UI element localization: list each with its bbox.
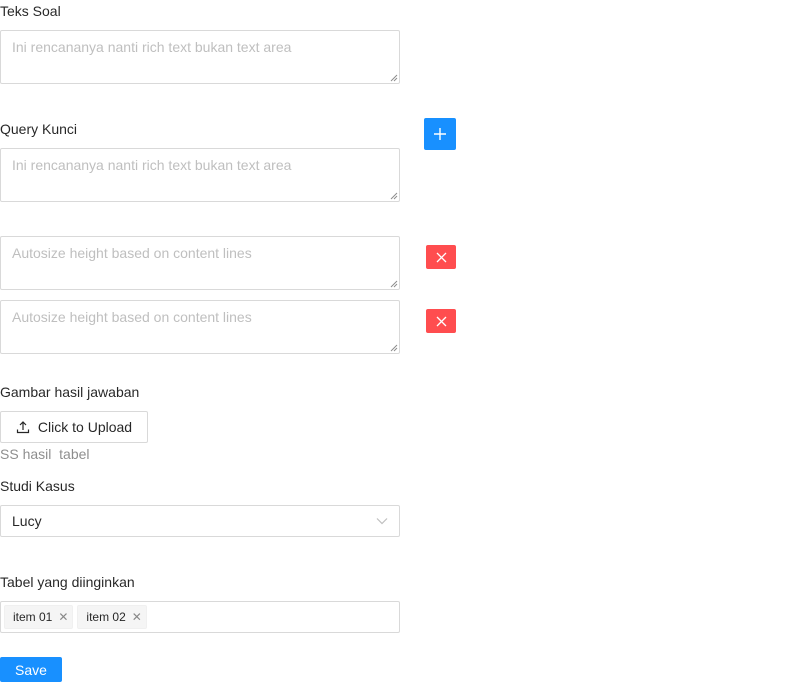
extra-query-placeholder: Autosize height based on content lines — [12, 245, 252, 261]
resize-grip-icon[interactable] — [389, 73, 398, 82]
delete-query-button[interactable] — [426, 309, 456, 333]
teks-soal-placeholder: Ini rencananya nanti rich text bukan tex… — [12, 39, 292, 55]
upload-icon — [16, 421, 30, 434]
close-icon[interactable]: ✕ — [58, 611, 68, 623]
studi-kasus-label: Studi Kasus — [0, 478, 75, 494]
query-kunci-placeholder: Ini rencananya nanti rich text bukan tex… — [12, 157, 292, 173]
tag-label: item 01 — [13, 610, 53, 624]
chevron-down-icon — [376, 518, 388, 525]
extra-query-textarea[interactable]: Autosize height based on content lines — [0, 236, 400, 290]
studi-kasus-selected: Lucy — [12, 513, 42, 529]
close-icon — [436, 316, 446, 326]
close-icon — [436, 252, 446, 262]
studi-kasus-select[interactable]: Lucy — [0, 505, 400, 537]
close-icon[interactable]: ✕ — [132, 611, 142, 623]
tabel-label: Tabel yang diinginkan — [0, 574, 135, 590]
resize-grip-icon[interactable] — [389, 279, 398, 288]
extra-query-textarea[interactable]: Autosize height based on content lines — [0, 300, 400, 354]
add-query-button[interactable] — [424, 118, 456, 150]
tag-item: item 01 ✕ — [4, 605, 74, 629]
upload-button[interactable]: Click to Upload — [0, 411, 148, 443]
tag-label: item 02 — [86, 610, 126, 624]
query-kunci-label: Query Kunci — [0, 121, 78, 137]
tag-item: item 02 ✕ — [77, 605, 147, 629]
resize-grip-icon[interactable] — [389, 191, 398, 200]
resize-grip-icon[interactable] — [389, 343, 398, 352]
extra-query-placeholder: Autosize height based on content lines — [12, 309, 252, 325]
teks-soal-label: Teks Soal — [0, 3, 61, 19]
plus-icon — [434, 128, 446, 140]
gambar-label: Gambar hasil jawaban — [0, 384, 140, 400]
delete-query-button[interactable] — [426, 245, 456, 269]
teks-soal-textarea[interactable]: Ini rencananya nanti rich text bukan tex… — [0, 30, 400, 84]
tabel-multi-select[interactable]: item 01 ✕ item 02 ✕ — [0, 601, 400, 633]
save-button[interactable]: Save — [0, 657, 62, 682]
upload-button-label: Click to Upload — [37, 419, 133, 435]
uploaded-file-name[interactable]: SS hasil tabel — [0, 445, 90, 463]
query-kunci-textarea[interactable]: Ini rencananya nanti rich text bukan tex… — [0, 148, 400, 202]
